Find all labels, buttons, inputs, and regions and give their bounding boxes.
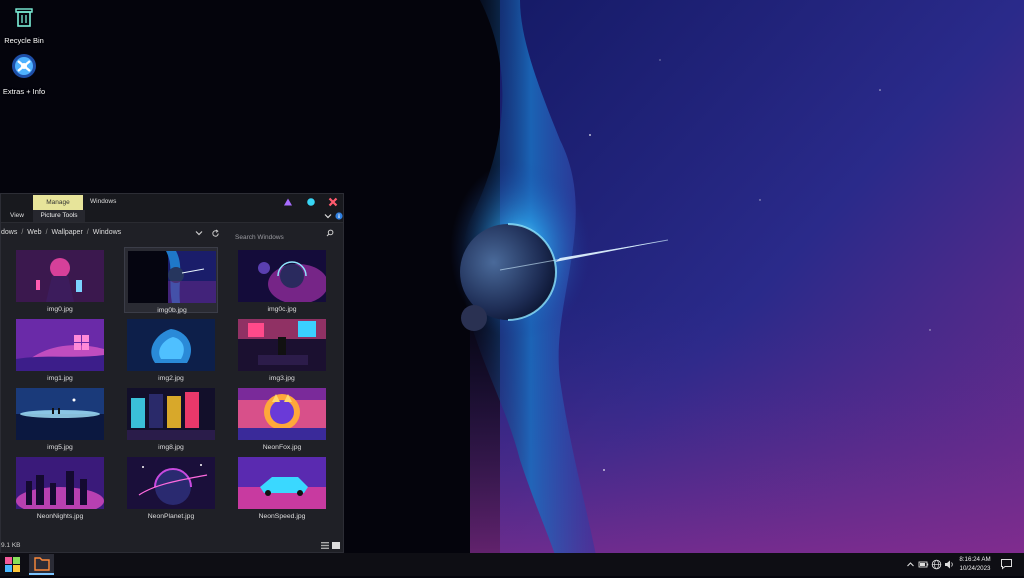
file-thumbnail — [16, 319, 104, 371]
notification-icon[interactable] — [1000, 558, 1013, 570]
system-clock[interactable]: 8:16:24 AM 10/24/2023 — [955, 555, 995, 573]
breadcrumb-item[interactable]: Windows — [93, 229, 121, 236]
close-button[interactable] — [327, 196, 339, 208]
file-item[interactable]: img3.jpg — [235, 316, 329, 382]
volume-icon[interactable] — [944, 559, 955, 570]
file-thumbnail — [238, 250, 326, 302]
file-name: img2.jpg — [158, 375, 184, 382]
tab-picture-tools[interactable]: Picture Tools — [33, 210, 85, 222]
window-titlebar[interactable]: Manage Windows — [1, 194, 343, 210]
desktop-icon-label: Extras + Info — [2, 87, 46, 96]
file-explorer-window[interactable]: Manage Windows View Picture Tools dows / W… — [0, 193, 344, 553]
tab-view[interactable]: View — [10, 210, 24, 222]
network-icon[interactable] — [931, 559, 942, 570]
maximize-button[interactable] — [305, 196, 317, 208]
battery-icon[interactable] — [918, 559, 929, 570]
file-name: NeonSpeed.jpg — [258, 513, 306, 520]
file-thumbnail — [238, 319, 326, 371]
window-title: Windows — [90, 198, 117, 205]
file-item[interactable]: img8.jpg — [124, 385, 218, 451]
breadcrumb-item[interactable]: dows — [1, 229, 17, 236]
large-icons-view-icon[interactable] — [332, 542, 340, 549]
refresh-icon[interactable] — [211, 229, 220, 238]
file-name: img8.jpg — [158, 444, 184, 451]
file-name: NeonNights.jpg — [36, 513, 84, 520]
search-icon[interactable] — [326, 229, 334, 237]
file-name: img0c.jpg — [267, 306, 297, 313]
file-item[interactable]: NeonPlanet.jpg — [124, 454, 218, 520]
breadcrumb-item[interactable]: Web — [27, 229, 41, 236]
minimize-button[interactable] — [282, 196, 294, 208]
file-thumbnail — [127, 457, 215, 509]
file-name: NeonFox.jpg — [262, 444, 302, 451]
address-bar[interactable]: dows / Web / Wallpaper / Windows — [1, 223, 343, 245]
file-item[interactable]: img0b.jpg — [124, 247, 218, 314]
address-dropdown-icon[interactable] — [195, 229, 203, 237]
taskbar-file-explorer[interactable] — [29, 554, 54, 575]
file-thumbnail — [127, 319, 215, 371]
file-name: img0b.jpg — [157, 307, 187, 314]
details-view-icon[interactable] — [321, 542, 329, 549]
search-box[interactable] — [229, 226, 337, 245]
file-thumbnail — [128, 251, 216, 303]
file-item[interactable]: img2.jpg — [124, 316, 218, 382]
breadcrumb-item[interactable]: Wallpaper — [52, 229, 83, 236]
breadcrumb-separator: / — [21, 229, 24, 236]
tab-manage[interactable]: Manage — [33, 195, 83, 210]
status-text: 9.1 KB — [1, 542, 21, 549]
file-name: NeonPlanet.jpg — [147, 513, 195, 520]
file-item[interactable]: img0.jpg — [13, 247, 107, 313]
file-name: img0.jpg — [47, 306, 73, 313]
search-input[interactable] — [229, 230, 337, 245]
file-item[interactable]: img1.jpg — [13, 316, 107, 382]
file-item[interactable]: img0c.jpg — [235, 247, 329, 313]
file-name: img3.jpg — [269, 375, 295, 382]
recycle-bin-icon — [15, 8, 33, 27]
file-thumbnail — [16, 250, 104, 302]
file-thumbnail — [16, 457, 104, 509]
breadcrumb-separator: / — [86, 229, 89, 236]
file-thumbnail — [16, 388, 104, 440]
file-item[interactable]: NeonNights.jpg — [13, 454, 107, 520]
file-grid: img0.jpg img0b.jpg img0c.jpg img1.jpg im… — [1, 244, 343, 540]
taskbar: 8:16:24 AM 10/24/2023 — [0, 553, 1024, 576]
ribbon-tabs: View Picture Tools — [1, 210, 343, 223]
file-name: img5.jpg — [47, 444, 73, 451]
file-item[interactable]: NeonSpeed.jpg — [235, 454, 329, 520]
chevron-up-icon[interactable] — [906, 559, 915, 570]
file-item[interactable]: img5.jpg — [13, 385, 107, 451]
desktop-icon-recycle-bin[interactable]: Recycle Bin — [0, 6, 52, 45]
file-item[interactable]: NeonFox.jpg — [235, 385, 329, 451]
help-icon[interactable] — [335, 212, 343, 220]
start-button[interactable] — [4, 556, 21, 573]
breadcrumb[interactable]: dows / Web / Wallpaper / Windows — [1, 223, 121, 243]
desktop-icon-extras-info[interactable]: Extras + Info — [0, 53, 52, 96]
file-thumbnail — [127, 388, 215, 440]
breadcrumb-separator: / — [45, 229, 48, 236]
clock-time: 8:16:24 AM — [959, 556, 991, 563]
file-name: img1.jpg — [47, 375, 73, 382]
clock-date: 10/24/2023 — [959, 565, 991, 572]
folder-icon — [34, 557, 50, 571]
desktop-icon-label: Recycle Bin — [4, 36, 44, 45]
extras-info-icon — [12, 54, 36, 78]
file-thumbnail — [238, 388, 326, 440]
file-thumbnail — [238, 457, 326, 509]
chevron-down-icon[interactable] — [324, 212, 332, 220]
status-bar: 9.1 KB — [1, 539, 343, 552]
